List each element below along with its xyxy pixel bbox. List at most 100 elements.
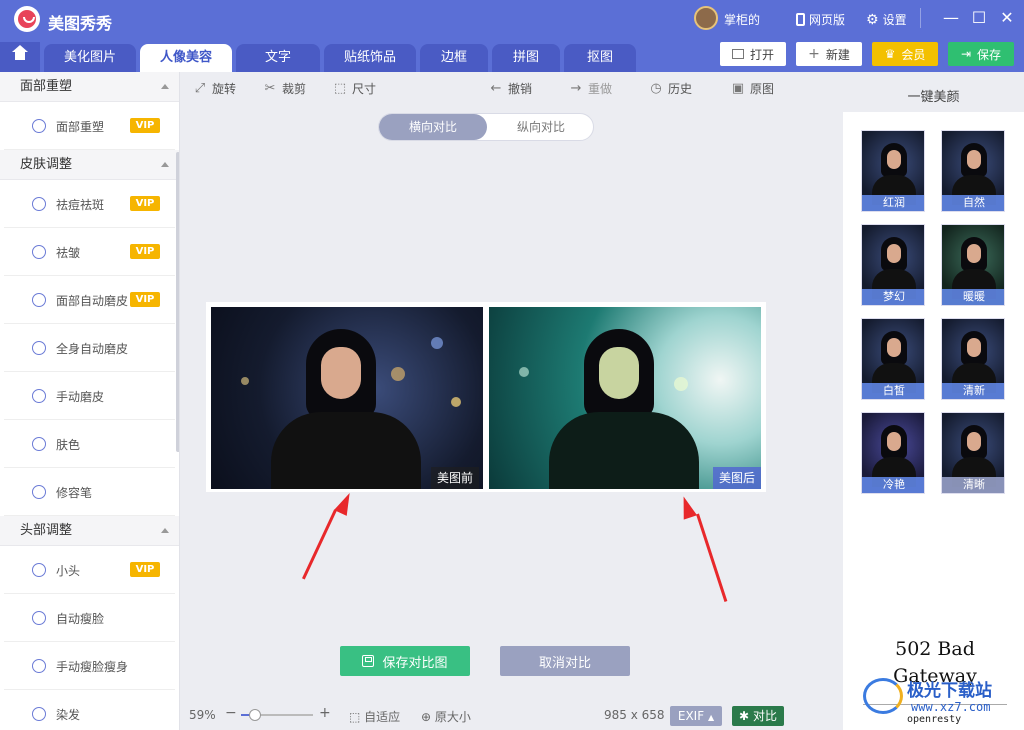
preset-fresh[interactable]: 清新: [941, 318, 1005, 400]
compare-icon: ✱: [739, 709, 750, 723]
horizontal-compare-option[interactable]: 横向对比: [379, 114, 487, 140]
sidebar-item-hair-dye[interactable]: 染发: [4, 690, 175, 730]
sidebar: 面部重塑 面部重塑 VIP 皮肤调整 祛痘祛斑 VIP 祛皱 VIP 面部自动磨…: [0, 72, 180, 730]
user-name[interactable]: 掌柜的: [724, 11, 760, 28]
fit-button[interactable]: ⬚ 自适应: [349, 708, 400, 725]
panel-title: 一键美颜: [907, 90, 960, 105]
sidebar-item-manual-smooth[interactable]: 手动磨皮: [4, 372, 175, 420]
preset-warm[interactable]: 暖暖: [941, 224, 1005, 306]
zoom-level: 59%: [189, 708, 216, 722]
tab-frame[interactable]: 边框: [420, 44, 488, 72]
zoom-slider-thumb[interactable]: [249, 709, 261, 721]
sidebar-item-contour-pen[interactable]: 修容笔: [4, 468, 175, 516]
web-version-button[interactable]: 网页版: [796, 11, 845, 28]
section-head[interactable]: 头部调整: [0, 516, 179, 546]
settings-button[interactable]: ⚙ 设置: [866, 11, 907, 28]
preset-clear[interactable]: 清晰: [941, 412, 1005, 494]
slim-body-icon: [32, 659, 46, 673]
pen-icon: [32, 485, 46, 499]
save-compare-button[interactable]: 保存对比图: [340, 646, 470, 676]
minimize-button[interactable]: —: [940, 6, 962, 30]
open-label: 打开: [749, 47, 774, 62]
smooth-icon: [32, 389, 46, 403]
sidebar-item-face-smooth[interactable]: 面部自动磨皮 VIP: [4, 276, 175, 324]
web-version-label: 网页版: [809, 13, 846, 27]
preset-rosy[interactable]: 红润: [861, 130, 925, 212]
collapse-icon: [161, 84, 169, 89]
before-photo: 美图前: [211, 307, 483, 489]
sidebar-item-manual-slim[interactable]: 手动瘦脸瘦身: [4, 642, 175, 690]
preset-cool[interactable]: 冷艳: [861, 412, 925, 494]
floppy-icon: [362, 655, 375, 667]
sidebar-item-body-smooth[interactable]: 全身自动磨皮: [4, 324, 175, 372]
compare-button[interactable]: ✱ 对比: [732, 706, 784, 726]
close-button[interactable]: ✕: [996, 6, 1018, 30]
redo-icon: →: [570, 80, 582, 96]
zoom-in-button[interactable]: +: [319, 705, 331, 721]
original-size-button[interactable]: ⊕ 原大小: [421, 708, 471, 725]
title-separator: [920, 8, 921, 28]
undo-label: 撤销: [508, 82, 533, 96]
preset-natural[interactable]: 自然: [941, 130, 1005, 212]
user-avatar[interactable]: [694, 6, 718, 30]
sidebar-item-face-reshape[interactable]: 面部重塑 VIP: [4, 102, 175, 150]
rotate-icon: ⤢: [194, 80, 206, 96]
save-button[interactable]: ⇥ 保存: [948, 42, 1014, 66]
cancel-compare-button[interactable]: 取消对比: [500, 646, 630, 676]
open-button[interactable]: 打开: [720, 42, 786, 66]
size-label: 尺寸: [352, 82, 377, 96]
original-button[interactable]: ▣ 原图: [731, 80, 774, 97]
member-label: 会员: [901, 47, 926, 62]
crop-button[interactable]: ✂ 裁剪: [263, 80, 306, 97]
section-face-reshape[interactable]: 面部重塑: [0, 72, 179, 102]
sidebar-item-label: 全身自动磨皮: [56, 342, 129, 356]
preset-dreamy[interactable]: 梦幻: [861, 224, 925, 306]
tab-stickers[interactable]: 贴纸饰品: [324, 44, 416, 72]
title-bar: 美图秀秀 掌柜的 网页版 ⚙ 设置 — ☐ ✕: [0, 0, 1024, 40]
preset-label: 自然: [942, 195, 1004, 211]
member-button[interactable]: ♛ 会员: [872, 42, 938, 66]
sidebar-item-auto-slim-face[interactable]: 自动瘦脸: [4, 594, 175, 642]
sidebar-item-wrinkle[interactable]: 祛皱 VIP: [4, 228, 175, 276]
new-button[interactable]: + 新建: [796, 42, 862, 66]
vertical-compare-option[interactable]: 纵向对比: [487, 114, 595, 140]
collapse-icon: [161, 162, 169, 167]
preset-label: 梦幻: [862, 289, 924, 305]
size-button[interactable]: ⬚ 尺寸: [333, 80, 376, 97]
watermark-logo-icon: [863, 678, 903, 714]
section-skin[interactable]: 皮肤调整: [0, 150, 179, 180]
annotation-arrow-head: [676, 494, 698, 520]
original-label: 原图: [750, 82, 775, 96]
tab-bar: 美化图片 人像美容 文字 贴纸饰品 边框 拼图 抠图: [0, 40, 1024, 72]
fit-label: 自适应: [364, 710, 401, 724]
home-tab[interactable]: [0, 42, 40, 72]
sidebar-item-small-head[interactable]: 小头 VIP: [4, 546, 175, 594]
history-button[interactable]: ◷ 历史: [649, 80, 692, 97]
collapse-icon: [161, 528, 169, 533]
tab-collage[interactable]: 拼图: [492, 44, 560, 72]
rotate-button[interactable]: ⤢ 旋转: [193, 80, 236, 97]
sidebar-item-label: 小头: [56, 564, 81, 578]
image-dimensions: 985 x 658: [604, 708, 665, 722]
tab-beautify[interactable]: 美化图片: [44, 44, 136, 72]
exif-button[interactable]: EXIF ▲: [670, 706, 722, 726]
status-bar: 59% − + ⬚ 自适应 ⊕ 原大小 985 x 658 EXIF ▲ ✱ 对…: [181, 702, 843, 730]
undo-button[interactable]: ← 撤销: [489, 80, 532, 97]
zoom-out-button[interactable]: −: [225, 705, 237, 721]
preset-fair[interactable]: 白皙: [861, 318, 925, 400]
sidebar-scrollbar[interactable]: [176, 152, 179, 452]
tab-cutout[interactable]: 抠图: [564, 44, 636, 72]
preset-label: 冷艳: [862, 477, 924, 493]
resize-icon: ⬚: [333, 80, 347, 96]
before-label: 美图前: [430, 467, 479, 489]
maximize-button[interactable]: ☐: [968, 6, 990, 30]
sidebar-item-skin-tone[interactable]: 肤色: [4, 420, 175, 468]
sidebar-item-label: 自动瘦脸: [56, 612, 105, 626]
app-title: 美图秀秀: [48, 14, 113, 33]
tab-portrait[interactable]: 人像美容: [140, 44, 232, 72]
undo-icon: ←: [490, 80, 502, 96]
redo-button[interactable]: → 重做: [569, 80, 612, 97]
tab-text[interactable]: 文字: [236, 44, 320, 72]
sidebar-item-acne[interactable]: 祛痘祛斑 VIP: [4, 180, 175, 228]
annotation-arrow: [696, 513, 728, 602]
